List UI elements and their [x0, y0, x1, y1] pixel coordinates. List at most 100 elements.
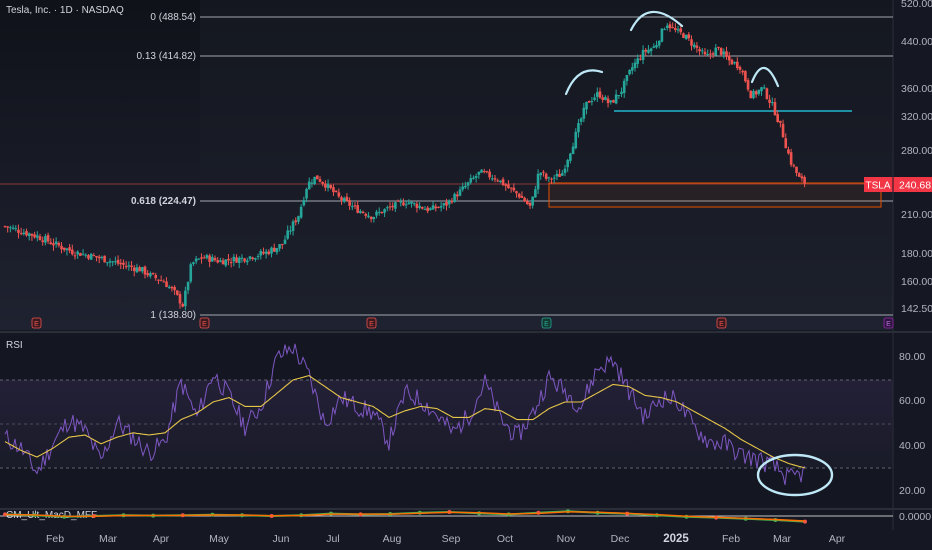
earnings-marker[interactable]: E [541, 317, 552, 329]
candle-body [429, 208, 432, 211]
earnings-marker[interactable]: E [716, 317, 727, 329]
candle-body [205, 255, 209, 259]
candle-body [73, 255, 77, 257]
candle-body [690, 39, 693, 46]
candle-body [725, 51, 728, 57]
candle-body [84, 254, 88, 256]
fib-label: 0.618 (224.47) [131, 196, 196, 207]
candle-body [33, 234, 36, 238]
candle-body [232, 256, 236, 262]
candle-body [512, 187, 516, 191]
candle-body [227, 258, 230, 261]
candle-body [270, 247, 273, 254]
candle-body [299, 206, 303, 218]
time-axis[interactable]: Feb Mar Apr May Jun Jul Aug Sep Oct Nov … [46, 533, 846, 545]
candle-body [313, 176, 316, 185]
candle-body [789, 152, 793, 165]
candle-body [324, 183, 327, 188]
candle-body [622, 80, 626, 94]
candle-body [630, 67, 634, 71]
candle-body [437, 206, 440, 208]
candle-body [281, 243, 284, 245]
candle-body [458, 189, 462, 196]
candle-body [657, 40, 661, 46]
time-tick: Apr [153, 533, 170, 545]
candle-body [17, 229, 20, 233]
candle-body [765, 88, 769, 99]
candle-body [332, 187, 335, 193]
candle-body [213, 258, 217, 261]
candle-body [800, 176, 804, 179]
candle-body [652, 46, 656, 48]
candle-body [92, 255, 96, 257]
candle-body [735, 61, 739, 69]
candle-body [542, 171, 545, 173]
candle-body [114, 261, 117, 263]
price-tick: 280.00 [901, 145, 932, 157]
price-tick: 180.00 [901, 248, 932, 260]
candle-body [676, 29, 680, 31]
fib-label: 0.13 (414.82) [137, 51, 197, 62]
earnings-marker[interactable]: E [199, 317, 210, 329]
earnings-marker[interactable]: E [883, 317, 894, 329]
candle-body [620, 91, 623, 95]
candle-body [523, 197, 526, 202]
candle-body [485, 171, 489, 173]
candle-body [243, 258, 246, 262]
candle-body [291, 221, 295, 231]
candle-body [254, 258, 257, 260]
candle-body [3, 226, 7, 228]
candle-body [560, 173, 564, 176]
candle-body [442, 203, 446, 206]
candle-body [520, 196, 524, 198]
candle-body [582, 107, 586, 119]
candle-body [749, 90, 753, 99]
earnings-marker[interactable]: E [366, 317, 377, 329]
candle-body [111, 261, 114, 263]
candle-body [402, 202, 405, 206]
candle-body [30, 233, 34, 236]
candle-body [719, 47, 723, 55]
candle-body [345, 196, 349, 201]
svg-text:E: E [886, 321, 891, 328]
last-price-tag[interactable]: TSLA 240.68 [864, 177, 932, 192]
candle-body [649, 48, 653, 52]
candle-body [480, 169, 483, 173]
candle-body [27, 233, 31, 237]
earnings-marker[interactable]: E [31, 317, 42, 329]
candle-body [558, 173, 561, 177]
candle-body [202, 257, 206, 259]
support-zone[interactable] [548, 182, 882, 208]
candle-body [733, 62, 736, 64]
rsi-tick: 20.00 [899, 485, 925, 497]
candle-body [25, 231, 28, 236]
candle-body [563, 168, 567, 173]
candle-body [170, 286, 174, 289]
candle-body [162, 281, 166, 283]
rsi-tick: 40.00 [899, 440, 925, 452]
candle-body [38, 236, 42, 241]
candle-body [267, 251, 271, 255]
candle-body [612, 100, 615, 103]
candle-body [604, 97, 607, 100]
price-tick: 142.50 [901, 303, 932, 315]
candle-body [752, 91, 755, 99]
candle-body [641, 50, 645, 61]
time-tick: Nov [557, 533, 576, 545]
candle-body [453, 193, 456, 203]
time-tick: Feb [722, 533, 740, 545]
candle-body [278, 244, 281, 249]
tsla-chart[interactable]: Tesla, Inc. · 1D · NASDAQ 0 (488.54) 0.1… [0, 0, 932, 550]
candle-body [167, 286, 171, 288]
candle-body [251, 257, 254, 259]
candle-body [62, 247, 66, 250]
candle-body [787, 149, 790, 154]
candle-body [684, 34, 688, 39]
candle-body [275, 247, 279, 253]
candle-body [714, 47, 718, 56]
candle-body [9, 227, 12, 229]
candle-body [388, 206, 392, 208]
candle-body [181, 303, 184, 307]
candle-body [617, 95, 621, 97]
candle-body [259, 251, 263, 256]
